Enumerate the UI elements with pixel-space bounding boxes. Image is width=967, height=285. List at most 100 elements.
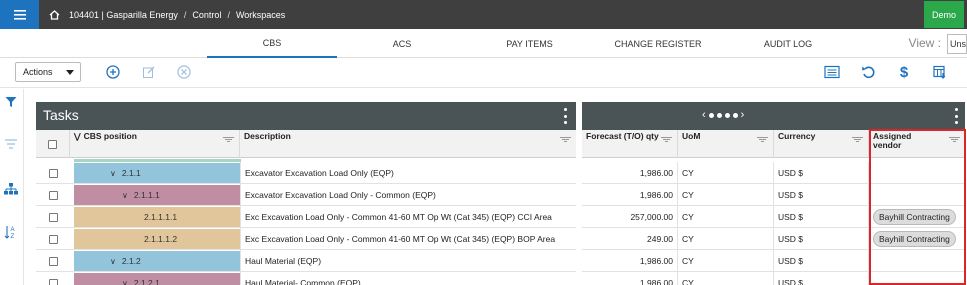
cbs-position-cell[interactable]: ∨ 2.1.2.1 [74, 273, 241, 285]
column-filter-icon[interactable] [757, 136, 768, 144]
column-header-forecast-qty[interactable]: Forecast (T/O) qty [582, 130, 678, 158]
left-rail: AZ [0, 89, 24, 285]
forecast-qty-cell[interactable]: 1,986.00 [582, 250, 678, 272]
forecast-qty-cell[interactable]: 1,986.00 [582, 162, 678, 184]
row-select-cell [36, 206, 70, 228]
kebab-menu-icon[interactable] [955, 108, 959, 124]
tab-cbs[interactable]: CBS [207, 30, 337, 58]
uom-cell[interactable]: CY [678, 184, 774, 206]
currency-cell[interactable]: USD $ [774, 228, 869, 250]
highlight-box [869, 129, 966, 285]
svg-text:A: A [11, 227, 15, 233]
table-row[interactable]: ∨ 2.1.1.1 Excavator Excavation Load Only -… [36, 184, 965, 206]
currency-cell[interactable]: USD $ [774, 162, 869, 184]
add-icon[interactable] [104, 63, 122, 81]
currency-cell[interactable]: USD $ [774, 184, 869, 206]
expand-chevron-icon[interactable]: ∨ [122, 279, 128, 285]
edit-icon[interactable] [140, 63, 158, 81]
row-checkbox[interactable] [48, 190, 58, 200]
task-rows: ∨ 2.1.1 Excavator Excavation Load Only (EQ… [36, 159, 965, 285]
cbs-position-cell[interactable]: 2.1.1.1.1 [74, 207, 241, 227]
expand-all-icon[interactable]: ⋁ [74, 132, 81, 141]
description-cell[interactable]: Haul Material- Common (EQP) [240, 272, 576, 285]
description-cell[interactable]: Exc Excavation Load Only - Common 41-60 … [240, 206, 576, 228]
column-header-cbs-position[interactable]: ⋁ CBS position [70, 130, 240, 158]
forecast-qty-cell[interactable]: 1,986.00 [582, 184, 678, 206]
cbs-position-cell[interactable]: ∨ 2.1.1 [74, 163, 241, 183]
select-all-checkbox[interactable] [48, 140, 57, 149]
chevron-right-icon[interactable]: › [741, 109, 745, 121]
cbs-position-cell[interactable]: ∨ 2.1.1.1 [74, 185, 241, 205]
description-cell[interactable]: Excavator Excavation Load Only (EQP) [240, 162, 576, 184]
view-select[interactable]: Uns [947, 34, 967, 54]
filter-icon[interactable] [3, 94, 19, 110]
currency-cell[interactable]: USD $ [774, 206, 869, 228]
expand-chevron-icon[interactable]: ∨ [110, 169, 116, 178]
column-header-description[interactable]: Description [240, 130, 576, 158]
chevron-left-icon[interactable]: ‹ [702, 109, 706, 121]
table-row[interactable]: ∨ 2.1.1 Excavator Excavation Load Only (EQ… [36, 162, 965, 184]
column-header-uom[interactable]: UoM [678, 130, 774, 158]
description-cell[interactable]: Haul Material (EQP) [240, 250, 576, 272]
row-checkbox[interactable] [48, 212, 58, 222]
row-checkbox[interactable] [48, 234, 58, 244]
expand-chevron-icon[interactable]: ∨ [122, 191, 128, 200]
forecast-qty-cell[interactable]: 249.00 [582, 228, 678, 250]
uom-cell[interactable]: CY [678, 162, 774, 184]
hamburger-icon[interactable] [0, 0, 39, 29]
pager-dot-icon [732, 112, 738, 118]
row-select-cell [36, 250, 70, 272]
uom-cell[interactable]: CY [678, 272, 774, 285]
actions-dropdown[interactable]: Actions [15, 62, 81, 82]
column-filter-icon[interactable] [560, 136, 571, 144]
uom-cell[interactable]: CY [678, 206, 774, 228]
breadcrumb-separator: / [227, 9, 230, 20]
cbs-position-cell[interactable]: 2.1.1.1.2 [74, 229, 241, 249]
column-filter-icon[interactable] [852, 136, 863, 144]
column-pager[interactable]: ‹ › [702, 109, 744, 121]
uom-cell[interactable]: CY [678, 250, 774, 272]
tab-audit-log[interactable]: AUDIT LOG [724, 30, 852, 58]
undo-icon[interactable] [859, 63, 877, 81]
export-icon[interactable] [931, 63, 949, 81]
breadcrumb-project[interactable]: 104401 | Gasparilla Energy [69, 10, 178, 20]
row-select-cell [36, 228, 70, 250]
pager-dot-icon [724, 112, 730, 118]
column-filter-icon[interactable] [223, 136, 234, 144]
expand-chevron-icon[interactable]: ∨ [110, 257, 116, 266]
uom-cell[interactable]: CY [678, 228, 774, 250]
row-select-cell [36, 184, 70, 206]
cbs-code: 2.1.2 [121, 256, 141, 266]
tab-change-register[interactable]: CHANGE REGISTER [592, 30, 724, 58]
description-cell[interactable]: Exc Excavation Load Only - Common 41-60 … [240, 228, 576, 250]
table-row[interactable]: 2.1.1.1.2 Exc Excavation Load Only - Comm… [36, 228, 965, 250]
sort-az-icon[interactable]: AZ [3, 224, 19, 240]
home-icon[interactable] [39, 0, 69, 29]
filter-lines-icon[interactable] [3, 136, 19, 152]
description-cell[interactable]: Excavator Excavation Load Only - Common … [240, 184, 576, 206]
breadcrumb-separator: / [183, 9, 187, 20]
breadcrumb-control[interactable]: Control [192, 10, 221, 20]
delete-icon[interactable] [175, 63, 193, 81]
table-row[interactable]: 2.1.1.1.1 Exc Excavation Load Only - Comm… [36, 206, 965, 228]
column-header-currency[interactable]: Currency [774, 130, 869, 158]
demo-button[interactable]: Demo [924, 1, 964, 28]
currency-cell[interactable]: USD $ [774, 250, 869, 272]
tab-acs[interactable]: ACS [337, 30, 467, 58]
currency-icon[interactable]: $ [895, 63, 913, 81]
table-row[interactable]: ∨ 2.1.2.1 Haul Material- Common (EQP) 1,986… [36, 272, 965, 285]
tab-pay-items[interactable]: PAY ITEMS [467, 30, 592, 58]
row-checkbox[interactable] [48, 256, 58, 266]
forecast-qty-cell[interactable]: 257,000.00 [582, 206, 678, 228]
cbs-position-cell[interactable]: ∨ 2.1.2 [74, 251, 241, 271]
row-checkbox[interactable] [48, 278, 58, 285]
kebab-menu-icon[interactable] [564, 108, 568, 124]
list-view-icon[interactable] [823, 63, 841, 81]
breadcrumb-workspaces[interactable]: Workspaces [236, 10, 285, 20]
currency-cell[interactable]: USD $ [774, 272, 869, 285]
column-filter-icon[interactable] [661, 136, 672, 144]
row-checkbox[interactable] [48, 168, 58, 178]
table-row[interactable]: ∨ 2.1.2 Haul Material (EQP) 1,986.00 CY USD $ [36, 250, 965, 272]
forecast-qty-cell[interactable]: 1,986.00 [582, 272, 678, 285]
hierarchy-icon[interactable] [3, 181, 19, 197]
